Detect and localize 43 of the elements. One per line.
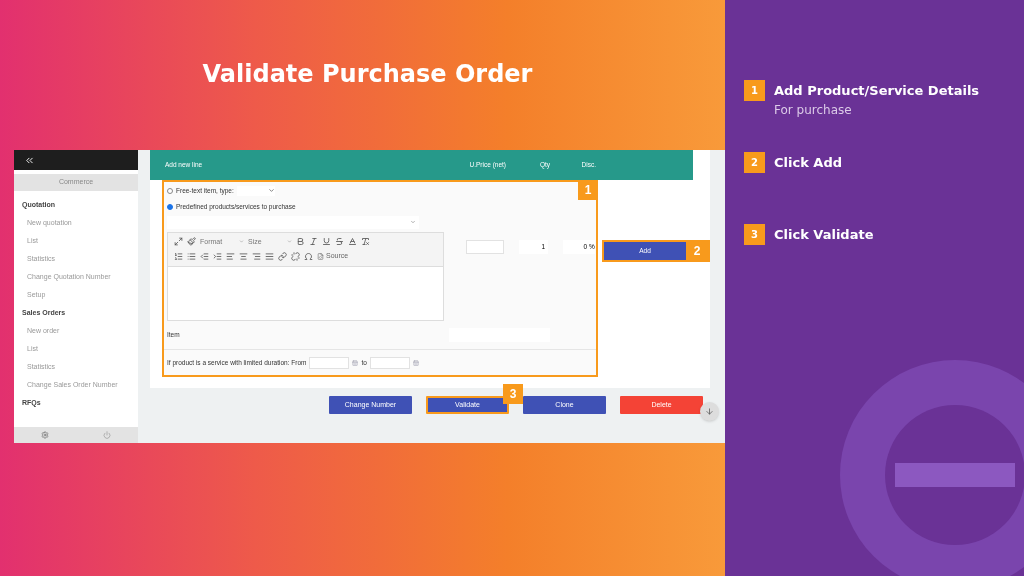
- step-number: 2: [692, 243, 702, 260]
- step-number-badge: 2: [744, 152, 765, 173]
- radio-button[interactable]: [167, 203, 173, 210]
- align-left-icon[interactable]: [226, 251, 235, 261]
- slide-title: Validate Purchase Order: [201, 59, 534, 90]
- step-number-badge: 1: [578, 180, 598, 200]
- date-input[interactable]: [369, 356, 410, 369]
- step-title: Click Validate: [774, 226, 874, 244]
- maximize-icon[interactable]: [174, 237, 183, 247]
- chevron-down-icon: [267, 187, 275, 195]
- step-title: Click Add: [774, 154, 842, 172]
- radio-button[interactable]: [167, 187, 173, 194]
- chevron-down-icon: [410, 219, 416, 226]
- step-number-badge: 3: [503, 384, 523, 404]
- indent-icon[interactable]: [213, 251, 222, 261]
- chevron-down-icon: [287, 239, 292, 245]
- outdent-icon[interactable]: [200, 251, 209, 261]
- unlink-icon[interactable]: [291, 251, 300, 261]
- paintbrush-icon[interactable]: [187, 237, 196, 247]
- numbered-list-icon[interactable]: [174, 251, 183, 261]
- text-color-icon[interactable]: [348, 237, 357, 247]
- justify-icon[interactable]: [265, 251, 274, 261]
- step-subtitle: For purchase: [774, 102, 853, 119]
- settings-icon[interactable]: [41, 431, 49, 439]
- scroll-down-button[interactable]: [700, 402, 719, 421]
- step-number-badge: 1: [744, 80, 765, 101]
- link-icon[interactable]: [278, 251, 287, 261]
- document-icon: [317, 252, 324, 260]
- strikethrough-icon[interactable]: [335, 237, 344, 247]
- bold-icon[interactable]: [296, 237, 305, 247]
- step-title: Add Product/Service Details: [774, 82, 980, 100]
- date-input[interactable]: [309, 356, 350, 369]
- omega-icon[interactable]: [304, 251, 313, 261]
- arrow-down-icon: [705, 407, 714, 416]
- align-right-icon[interactable]: [252, 251, 261, 261]
- bullet-list-icon[interactable]: [187, 251, 196, 261]
- underline-icon[interactable]: [322, 237, 331, 247]
- clear-format-icon[interactable]: [361, 237, 370, 247]
- chevron-down-icon: [239, 239, 244, 245]
- italic-icon[interactable]: [309, 237, 318, 247]
- price-input[interactable]: [466, 239, 504, 254]
- step-number-badge: 3: [744, 224, 765, 245]
- align-center-icon[interactable]: [239, 251, 248, 261]
